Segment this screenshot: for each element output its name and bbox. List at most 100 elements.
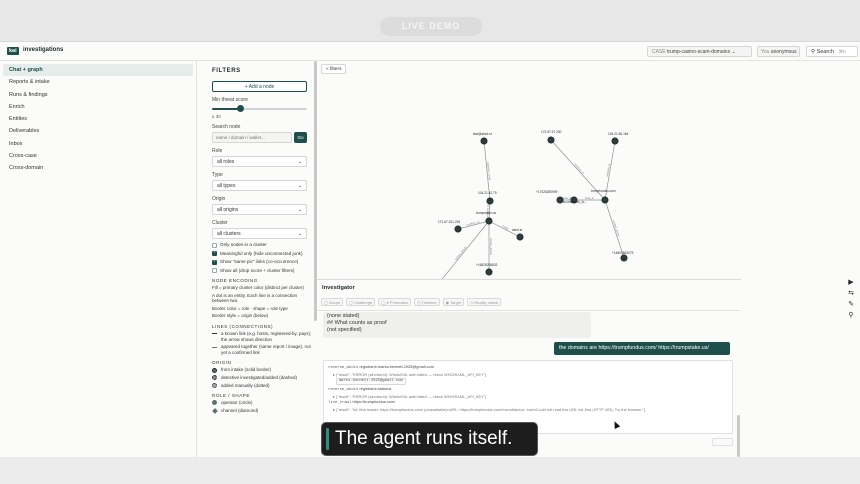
graph-node[interactable] bbox=[620, 254, 628, 262]
min-threat-slider[interactable] bbox=[212, 105, 307, 113]
encoding-note: Fill = primary cluster color (distinct p… bbox=[212, 285, 304, 290]
graph-edge-label: contact_phone bbox=[454, 245, 468, 261]
tool-text: https://trumpfundus.com/ bbox=[352, 399, 396, 405]
legend-text: from intake (solid border) bbox=[221, 367, 272, 373]
global-search-button[interactable]: ⚲ Search ⌘K bbox=[806, 46, 858, 57]
nav-item-cross-case[interactable]: Cross-case bbox=[0, 150, 196, 162]
tool-text: ▸ {"result": "ERROR (whoisxml): WhoisXML… bbox=[333, 393, 487, 399]
origin-heading: ORIGIN bbox=[212, 360, 232, 366]
tool-text: ▸ {"result": "## Jina reader: https://tr… bbox=[333, 406, 646, 412]
tool-call: reverse_whois registrant=marks.bennett.2… bbox=[328, 364, 728, 372]
play-icon[interactable]: ▶ bbox=[846, 278, 856, 288]
filters-toggle-button[interactable]: « filters bbox=[321, 64, 347, 74]
app-logo: kai bbox=[7, 47, 19, 55]
search-node-input[interactable] bbox=[212, 132, 292, 143]
investigator-tab[interactable]: ◷ Timeline bbox=[414, 298, 440, 306]
filter-checkbox-row[interactable]: Only nodes in a cluster bbox=[212, 242, 312, 248]
checkbox[interactable] bbox=[212, 250, 217, 256]
nav-item-deliverables[interactable]: Deliverables bbox=[0, 125, 196, 137]
legend-text: detective investigated/added (dashed) bbox=[221, 374, 298, 380]
graph-node[interactable] bbox=[611, 137, 619, 145]
graph-node[interactable] bbox=[516, 233, 524, 241]
legend-origin-manual: added manually (dotted) bbox=[212, 383, 312, 389]
nav-item-reports-intake[interactable]: Reports & intake bbox=[0, 76, 196, 88]
graph-node-label: test@abcd.st bbox=[473, 132, 492, 136]
filter-checkbox-row[interactable]: Meaningful only (hide unconnected junk) bbox=[212, 250, 312, 256]
user-chip[interactable]: You anonymous bbox=[757, 46, 800, 57]
graph-node[interactable] bbox=[454, 225, 462, 233]
case-selector[interactable]: CASE trump-casino-scam-domains ⌄ bbox=[647, 46, 752, 57]
filter-checkbox-row[interactable]: Show all (drop score + cluster filters) bbox=[212, 267, 312, 273]
graph-node-label: trumpstake.us bbox=[476, 211, 496, 215]
add-node-button[interactable]: + Add a node bbox=[212, 81, 307, 92]
type-select[interactable]: all types ⌄ bbox=[212, 180, 307, 191]
right-rail: ▶ ⇆ ✎ ⚲ bbox=[846, 278, 858, 322]
slider-thumb[interactable] bbox=[237, 105, 244, 112]
solid-border-dot-icon bbox=[212, 367, 217, 373]
search-node-label: Search node bbox=[212, 124, 241, 130]
legend-text: channel (diamond) bbox=[221, 407, 259, 413]
nav-item-runs-findings[interactable]: Runs & findings bbox=[0, 89, 196, 101]
investigator-tab[interactable]: ◇ Reality check bbox=[467, 298, 502, 306]
graph-node[interactable] bbox=[547, 136, 555, 144]
investigator-tab[interactable]: ◉ Target bbox=[442, 298, 465, 306]
caption-accent-bar bbox=[326, 428, 329, 450]
investigator-scrollbar[interactable] bbox=[737, 415, 740, 457]
legend-known-link: a known link (e.g. hosts, registered-by,… bbox=[212, 331, 312, 342]
diamond-icon bbox=[211, 407, 218, 414]
origin-select[interactable]: all origins ⌄ bbox=[212, 204, 307, 215]
swap-icon[interactable]: ⇆ bbox=[846, 289, 856, 299]
role-value: all roles bbox=[217, 159, 235, 165]
graph-edge[interactable] bbox=[604, 199, 625, 259]
chevron-down-icon: ⌄ bbox=[731, 49, 736, 55]
tool-result: ▸ {"result": "ERROR (whoisxml): WhoisXML… bbox=[328, 372, 728, 378]
role-select[interactable]: all roles ⌄ bbox=[212, 156, 307, 167]
edit-icon[interactable]: ✎ bbox=[846, 300, 856, 310]
cluster-value: all clusters bbox=[217, 231, 241, 237]
tool-name: live_crawl bbox=[328, 401, 352, 406]
nav-item-enrich[interactable]: Enrich bbox=[0, 101, 196, 113]
checkbox[interactable] bbox=[212, 242, 217, 248]
graph-node[interactable] bbox=[485, 268, 493, 276]
graph-edge-label: resolves_to bbox=[466, 219, 480, 226]
min-threat-readout: ≥ 30 bbox=[212, 114, 221, 119]
legend-text: a known link (e.g. hosts, registered-by,… bbox=[221, 330, 312, 342]
case-value: trump-casino-scam-domains bbox=[667, 49, 731, 55]
investigator-tab[interactable]: ▢ Challenge bbox=[346, 298, 376, 306]
investigator-tab[interactable]: ◯ ▾ Promotion bbox=[378, 298, 412, 306]
user-name: anonymous bbox=[770, 49, 797, 55]
investigator-tab[interactable]: ▢ Scope bbox=[321, 298, 344, 306]
legend-origin-detective: detective investigated/added (dashed) bbox=[212, 375, 312, 381]
search-label: Search bbox=[816, 49, 834, 55]
nav-item-inbox[interactable]: Inbox bbox=[0, 138, 196, 150]
log-action-button[interactable] bbox=[712, 438, 733, 446]
node-encoding-heading: NODE ENCODING bbox=[212, 278, 258, 283]
nav-item-entities[interactable]: Entities bbox=[0, 113, 196, 125]
checkbox[interactable] bbox=[212, 259, 217, 265]
app-title: investigations bbox=[23, 47, 64, 53]
filters-title: FILTERS bbox=[212, 68, 241, 74]
graph-node-label: abcd.st bbox=[512, 228, 522, 232]
checkbox-label: Show all (drop score + cluster filters) bbox=[220, 267, 295, 273]
checkbox[interactable] bbox=[212, 268, 217, 273]
filter-checkbox-row[interactable]: Show "same pic" links (co-occurrence) bbox=[212, 259, 312, 265]
legend-text: operator (circle) bbox=[221, 400, 253, 406]
nav-item-chat-graph[interactable]: Chat + graph bbox=[3, 64, 193, 77]
tool-name: reverse_whois bbox=[328, 366, 359, 370]
graph-node-label: 172.67.201.226 bbox=[438, 220, 460, 224]
graph-node[interactable] bbox=[485, 217, 493, 225]
value-chip[interactable]: marks.bennett.2025@gmail.com bbox=[336, 378, 406, 385]
message-line: (not specified) bbox=[327, 327, 362, 334]
nav-item-cross-domain[interactable]: Cross-domain bbox=[0, 162, 196, 174]
graph-node[interactable] bbox=[601, 196, 609, 204]
cluster-select[interactable]: all clusters ⌄ bbox=[212, 228, 307, 239]
graph-canvas[interactable]: registrant_email resolves_to resolves_to ho… bbox=[319, 61, 738, 279]
role-label: Role bbox=[212, 148, 223, 154]
tool-text: registrant=marks.bennett.2025@gmail.com bbox=[359, 364, 435, 369]
graph-node[interactable] bbox=[480, 137, 488, 145]
encoding-note: Border color = role · shape = role type bbox=[212, 305, 288, 311]
go-button[interactable]: Go bbox=[294, 132, 307, 143]
graph-node[interactable] bbox=[486, 197, 494, 205]
graph-svg: registrant_emailresolves_toresolves_toho… bbox=[438, 130, 634, 279]
pin-icon[interactable]: ⚲ bbox=[846, 311, 856, 321]
